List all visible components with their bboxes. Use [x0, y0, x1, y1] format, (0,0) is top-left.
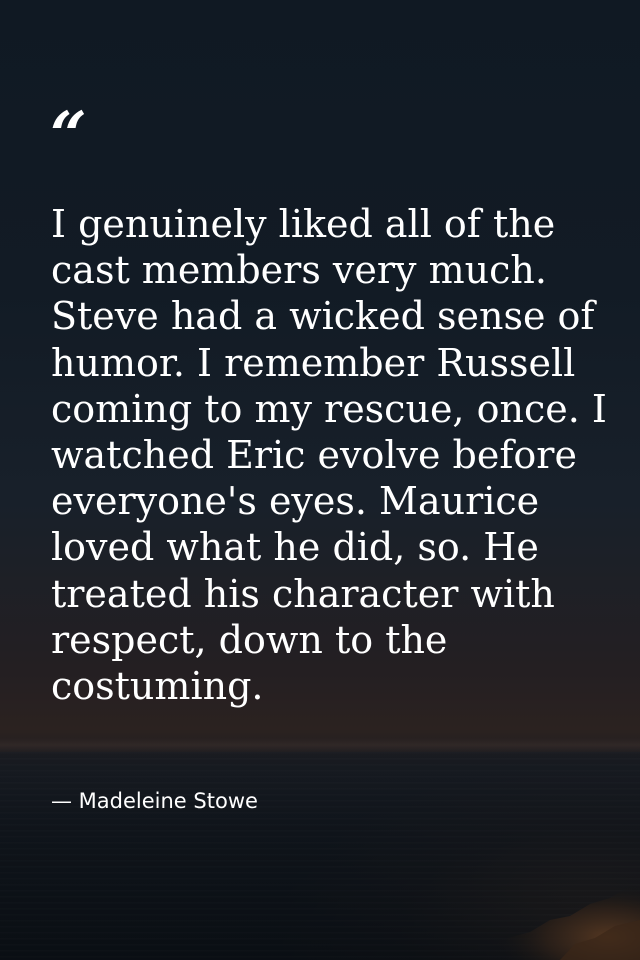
quote-mark-icon: “: [50, 98, 87, 173]
quote-author: — Madeleine Stowe: [51, 789, 258, 813]
coastal-rocks: [480, 884, 640, 960]
quote-text: I genuinely liked all of the cast member…: [51, 202, 607, 709]
horizon-glow: [0, 738, 640, 752]
